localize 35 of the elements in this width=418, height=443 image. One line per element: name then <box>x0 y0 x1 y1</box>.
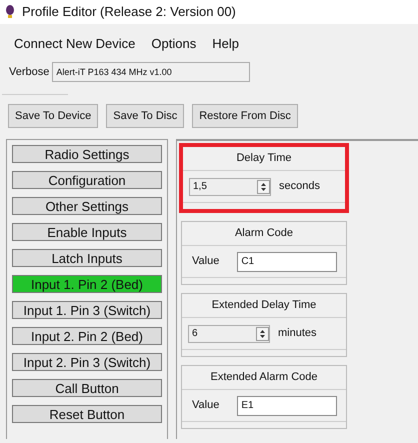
window-title: Profile Editor (Release 2: Version 00) <box>22 3 236 22</box>
unit-label: seconds <box>279 179 320 194</box>
sidebar-button[interactable]: Input 1. Pin 3 (Switch) <box>12 301 162 319</box>
toolbar-button[interactable]: Save To Disc <box>106 104 184 128</box>
group-title: Extended Alarm Code <box>210 370 318 386</box>
app-icon <box>4 5 16 19</box>
spin-arrows-icon[interactable] <box>256 326 269 340</box>
value-field[interactable]: C1 <box>237 252 338 272</box>
value-field[interactable]: E1 <box>237 396 338 416</box>
spinner-field[interactable]: 6 <box>188 324 270 342</box>
menu-item[interactable]: Options <box>151 34 196 58</box>
menu-item[interactable]: Connect New Device <box>14 34 136 58</box>
menu-item[interactable]: Help <box>212 34 239 58</box>
sidebar-button[interactable]: Configuration <box>12 171 162 189</box>
spin-arrows-icon[interactable] <box>257 180 270 194</box>
spinner-field[interactable]: 1,5 <box>189 178 271 196</box>
value-label: Value <box>192 254 220 270</box>
sidebar-button[interactable]: Input 2. Pin 2 (Bed) <box>12 327 162 345</box>
sidebar-button[interactable]: Input 1. Pin 2 (Bed) <box>12 275 162 293</box>
group-title: Extended Delay Time <box>212 298 316 314</box>
value-label: Value <box>192 398 220 414</box>
sidebar-button[interactable]: Latch Inputs <box>12 249 162 267</box>
sidebar-button[interactable]: Reset Button <box>12 405 162 423</box>
verbose-label: Verbose <box>9 64 50 80</box>
sidebar-button[interactable]: Enable Inputs <box>12 223 162 241</box>
sidebar-button[interactable]: Radio Settings <box>12 145 162 163</box>
sidebar-button[interactable]: Call Button <box>12 379 162 397</box>
unit-label: minutes <box>278 326 317 342</box>
group-title: Delay Time <box>236 151 292 166</box>
verbose-field[interactable]: Alert-iT P163 434 MHz v1.00 <box>52 62 250 82</box>
toolbar-button[interactable]: Restore From Disc <box>192 104 298 128</box>
toolbar-button[interactable]: Save To Device <box>8 104 98 128</box>
sidebar-button[interactable]: Other Settings <box>12 197 162 215</box>
group-title: Alarm Code <box>234 226 294 242</box>
sidebar-button[interactable]: Input 2. Pin 3 (Switch) <box>12 353 162 371</box>
